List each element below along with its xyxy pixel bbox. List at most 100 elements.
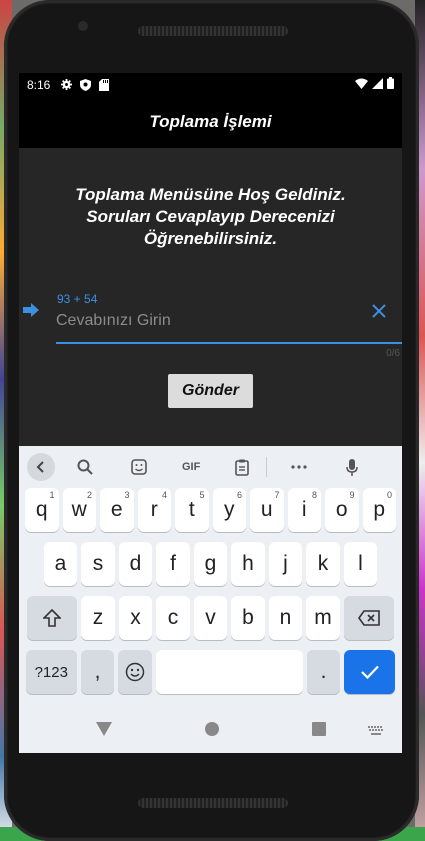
key-c[interactable]: c xyxy=(156,596,190,640)
key-r[interactable]: r4 xyxy=(137,488,171,532)
shift-icon xyxy=(43,609,62,627)
key-hint: 0 xyxy=(386,490,392,500)
emoji-icon xyxy=(125,662,145,682)
answer-input[interactable] xyxy=(56,310,356,332)
key-label: e xyxy=(110,498,123,521)
wifi-icon xyxy=(355,78,368,92)
clipboard-icon[interactable] xyxy=(235,452,250,482)
answer-field: 93 + 54 xyxy=(56,288,402,344)
page-title: Toplama İşlemi xyxy=(149,112,272,131)
key-label: q xyxy=(35,498,48,521)
key-hint: 3 xyxy=(124,490,130,500)
clear-icon[interactable] xyxy=(372,304,388,320)
nav-home-icon[interactable] xyxy=(204,722,219,741)
navigation-bar xyxy=(19,710,402,753)
emoji-key[interactable] xyxy=(118,650,152,694)
nav-recents-icon[interactable] xyxy=(311,722,326,741)
key-e[interactable]: e3 xyxy=(100,488,134,532)
shield-icon xyxy=(79,78,91,91)
key-hint: 8 xyxy=(311,490,317,500)
key-label: p xyxy=(373,498,386,521)
key-x[interactable]: x xyxy=(118,596,153,640)
key-p[interactable]: p0 xyxy=(362,488,396,532)
settings-gear-icon xyxy=(60,79,72,91)
nav-back-icon[interactable] xyxy=(95,722,112,741)
key-z[interactable]: z xyxy=(81,596,115,640)
key-label: i xyxy=(301,498,307,521)
question-label: 93 + 54 xyxy=(57,292,98,306)
keyboard-toolbar: GIF xyxy=(19,446,402,488)
key-label: r xyxy=(150,498,158,521)
backspace-icon xyxy=(357,610,380,626)
key-a[interactable]: a xyxy=(43,542,78,586)
key-label: u xyxy=(260,498,273,521)
keyboard-row-4: ?123 , . xyxy=(19,650,402,694)
key-q[interactable]: q1 xyxy=(25,488,59,532)
answer-field-row: 93 + 54 0/6 xyxy=(19,288,402,359)
key-n[interactable]: n xyxy=(268,596,303,640)
earpiece-speaker xyxy=(138,26,288,36)
submit-button[interactable]: Gönder xyxy=(168,374,253,408)
welcome-message: Toplama Menüsüne Hoş Geldiniz. Soruları … xyxy=(75,185,346,248)
symbols-key[interactable]: ?123 xyxy=(25,650,77,694)
microphone-icon[interactable] xyxy=(346,452,359,482)
phone-screen: 8:16 Toplama İşlemi Toplama Menüsüne Hoş… xyxy=(19,73,402,753)
front-camera xyxy=(78,21,88,31)
key-d[interactable]: d xyxy=(118,542,153,586)
keyboard-row-3: zxcvbnm xyxy=(19,596,402,640)
arrow-right-icon xyxy=(23,302,39,318)
key-t[interactable]: t5 xyxy=(175,488,209,532)
key-v[interactable]: v xyxy=(193,596,228,640)
key-u[interactable]: u7 xyxy=(250,488,284,532)
key-o[interactable]: o9 xyxy=(325,488,359,532)
gif-icon[interactable]: GIF xyxy=(182,452,200,482)
key-label: y xyxy=(224,498,235,521)
key-hint: 4 xyxy=(161,490,167,500)
keyboard-row-2: asdfghjkl xyxy=(19,542,402,586)
more-icon[interactable] xyxy=(291,452,307,482)
key-s[interactable]: s xyxy=(81,542,115,586)
backspace-key[interactable] xyxy=(343,596,394,640)
key-label: t xyxy=(188,498,195,521)
key-hint: 1 xyxy=(49,490,55,500)
key-i[interactable]: i8 xyxy=(287,488,321,532)
key-l[interactable]: l xyxy=(343,542,378,586)
key-hint: 6 xyxy=(236,490,242,500)
key-hint: 9 xyxy=(349,490,355,500)
key-label: o xyxy=(335,498,348,521)
comma-key[interactable]: , xyxy=(80,650,115,694)
shift-key[interactable] xyxy=(27,596,78,640)
space-key[interactable] xyxy=(155,650,303,694)
bottom-speaker xyxy=(138,798,288,808)
key-hint: 5 xyxy=(199,490,205,500)
toolbar-divider xyxy=(266,457,268,477)
character-counter: 0/6 xyxy=(386,348,400,359)
key-j[interactable]: j xyxy=(268,542,303,586)
search-icon[interactable] xyxy=(77,452,93,482)
key-hint: 7 xyxy=(274,490,280,500)
key-label: w xyxy=(71,498,87,521)
key-w[interactable]: w2 xyxy=(62,488,96,532)
cell-signal-icon xyxy=(372,77,383,92)
enter-key[interactable] xyxy=(344,650,396,694)
battery-icon xyxy=(387,77,394,92)
key-m[interactable]: m xyxy=(306,596,340,640)
checkmark-icon xyxy=(360,665,379,679)
key-f[interactable]: f xyxy=(156,542,190,586)
key-y[interactable]: y6 xyxy=(212,488,246,532)
key-b[interactable]: b xyxy=(231,596,265,640)
key-g[interactable]: g xyxy=(193,542,228,586)
chevron-left-icon[interactable] xyxy=(27,453,55,481)
status-time: 8:16 xyxy=(27,77,51,92)
key-hint: 2 xyxy=(86,490,92,500)
keyboard-row-1: q1w2e3r4t5y6u7i8o9p0 xyxy=(19,488,402,532)
period-key[interactable]: . xyxy=(306,650,341,694)
key-k[interactable]: k xyxy=(306,542,340,586)
keyboard-switch-icon[interactable] xyxy=(368,723,384,741)
sticker-icon[interactable] xyxy=(131,452,147,482)
sd-card-icon xyxy=(98,78,110,91)
soft-keyboard: GIF q1w2e3r4t5y6u7i8o9p0 asdfghjkl zxcvb… xyxy=(19,446,402,710)
key-h[interactable]: h xyxy=(231,542,265,586)
app-bar: Toplama İşlemi xyxy=(19,96,402,148)
status-bar: 8:16 xyxy=(19,73,402,96)
